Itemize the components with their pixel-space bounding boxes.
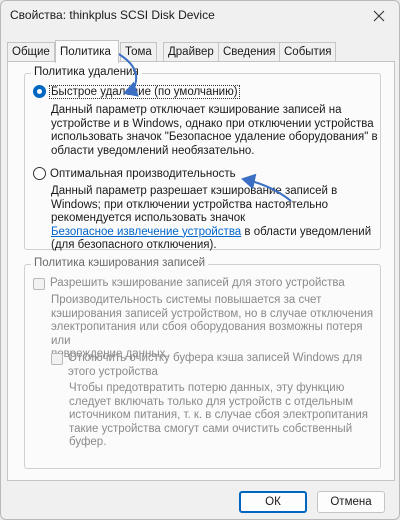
tab-volumes[interactable]: Тома xyxy=(120,42,157,62)
quick-removal-label[interactable]: Быстрое удаление (по умолчанию) xyxy=(49,84,240,99)
enable-write-cache-label[interactable]: Разрешить кэширование записей для этого … xyxy=(50,277,345,289)
performance-radio[interactable] xyxy=(33,167,46,180)
write-cache-desc-line: кэширования записей устройством, но в сл… xyxy=(51,307,374,320)
performance-description: Данный параметр разрешает кэширование за… xyxy=(51,185,371,253)
disable-flush-label-line: Отключить очистку буфера кэша записей Wi… xyxy=(68,352,363,364)
close-icon xyxy=(373,10,385,22)
quick-removal-description: Данный параметр отключает кэширование за… xyxy=(51,104,378,158)
quick-desc-line: области уведомлений необязательно. xyxy=(51,144,255,157)
performance-desc-line: Данный параметр разрешает кэширование за… xyxy=(51,185,338,197)
write-cache-desc-line: Производительность системы повышается за… xyxy=(51,294,322,306)
disable-flush-label-line: этого устройства xyxy=(68,365,158,378)
performance-option[interactable]: Оптимальная производительность xyxy=(33,167,236,180)
flush-desc-line: такие устройства смогут сами очистить со… xyxy=(69,422,353,435)
enable-write-cache-checkbox[interactable] xyxy=(33,278,45,290)
tab-policy[interactable]: Политика xyxy=(55,40,119,63)
enable-write-cache-option[interactable]: Разрешить кэширование записей для этого … xyxy=(33,277,345,290)
performance-desc-text: в области уведомлений xyxy=(241,225,372,238)
safe-removal-link[interactable]: Безопасное извлечение устройства xyxy=(51,226,241,238)
quick-desc-line: использовать значок "Безопасное удаление… xyxy=(51,131,378,143)
tab-strip: Общие Политика Тома Драйвер Сведения Соб… xyxy=(7,40,395,63)
tab-details[interactable]: Сведения xyxy=(218,42,281,62)
cancel-button[interactable]: Отмена xyxy=(317,491,385,513)
performance-label[interactable]: Оптимальная производительность xyxy=(50,168,236,180)
title-bar: Свойства: thinkplus SCSI Disk Device xyxy=(1,1,399,31)
flush-desc-line: следует включать только для устройств с … xyxy=(69,395,354,408)
tab-events[interactable]: События xyxy=(279,42,337,62)
performance-desc-line: (для безопасного отключения). xyxy=(51,239,217,251)
flush-desc-line: источником питания, т. к. в случае сбоя … xyxy=(69,409,369,421)
performance-desc-line: рекомендуется использовать значок xyxy=(51,212,246,224)
disable-flush-description: Чтобы предотвратить потерю данных, эту ф… xyxy=(69,382,368,450)
quick-desc-line: устройстве и в Windows, однако при отклю… xyxy=(51,117,374,130)
disable-flush-label[interactable]: Отключить очистку буфера кэша записей Wi… xyxy=(68,352,362,379)
disable-flush-option[interactable]: Отключить очистку буфера кэша записей Wi… xyxy=(51,352,362,379)
write-cache-legend: Политика кэширования записей xyxy=(31,257,209,269)
flush-desc-line: буфер. xyxy=(69,436,107,448)
write-cache-group: Политика кэширования записей Разрешить к… xyxy=(24,257,381,469)
performance-desc-line: Безопасное извлечение устройства в облас… xyxy=(51,226,371,240)
quick-desc-line: Данный параметр отключает кэширование за… xyxy=(51,104,342,116)
flush-desc-line: Чтобы предотвратить потерю данных, эту ф… xyxy=(69,382,345,394)
quick-removal-option[interactable]: Быстрое удаление (по умолчанию) xyxy=(33,84,240,99)
ok-button[interactable]: ОК xyxy=(239,491,307,513)
disable-flush-checkbox[interactable] xyxy=(51,353,63,365)
properties-dialog: Свойства: thinkplus SCSI Disk Device Общ… xyxy=(0,0,400,520)
window-title: Свойства: thinkplus SCSI Disk Device xyxy=(10,8,215,22)
tab-general[interactable]: Общие xyxy=(7,42,55,62)
removal-policy-group: Политика удаления Быстрое удаление (по у… xyxy=(24,66,381,253)
close-button[interactable] xyxy=(367,5,391,27)
write-cache-desc-line: электропитания или сбоя оборудования воз… xyxy=(51,321,363,347)
tab-panel-policy: Политика удаления Быстрое удаление (по у… xyxy=(7,61,395,481)
tab-driver[interactable]: Драйвер xyxy=(163,42,219,62)
quick-removal-radio[interactable] xyxy=(33,85,46,98)
removal-policy-legend: Политика удаления xyxy=(31,66,142,78)
performance-desc-line: Windows; при отключении устройства насто… xyxy=(51,198,329,211)
